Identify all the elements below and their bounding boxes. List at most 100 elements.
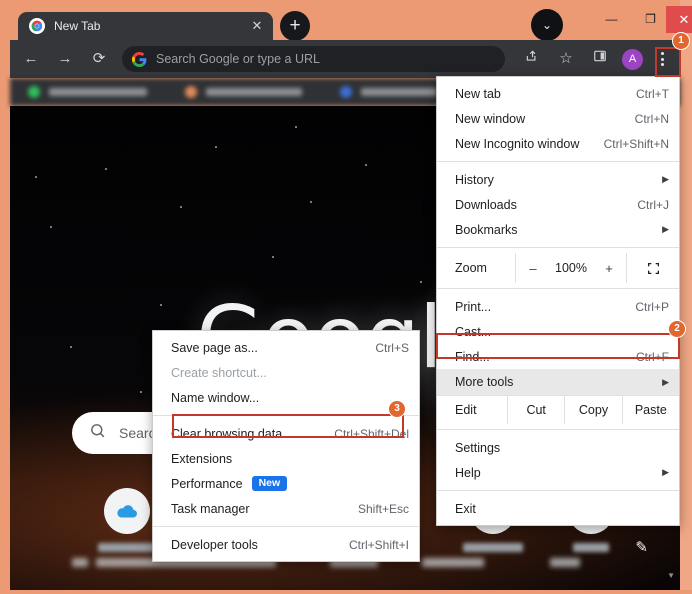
- menu-item-name-window[interactable]: Name window...: [153, 385, 419, 410]
- menu-item-shortcut: Ctrl+T: [636, 86, 669, 101]
- share-icon[interactable]: [519, 46, 545, 72]
- menu-item-label: Performance: [171, 477, 243, 491]
- bookmark-item[interactable]: [28, 86, 147, 98]
- chevron-right-icon: ▶: [662, 376, 669, 387]
- menu-item-new-window[interactable]: New window Ctrl+N: [437, 106, 679, 131]
- menu-item-find[interactable]: Find... Ctrl+F: [437, 344, 679, 369]
- footer-text: [550, 558, 580, 567]
- bookmark-item[interactable]: [185, 86, 302, 98]
- bookmark-label: [361, 88, 437, 96]
- customize-pencil-icon[interactable]: ✎: [635, 538, 648, 556]
- window-close-button[interactable]: ✕: [666, 6, 692, 33]
- step-badge-2: 2: [668, 320, 686, 338]
- menu-item-clear-browsing-data[interactable]: Clear browsing data... Ctrl+Shift+Del: [153, 421, 419, 446]
- menu-item-new-incognito-window[interactable]: New Incognito window Ctrl+Shift+N: [437, 131, 679, 156]
- bookmark-star-icon[interactable]: ☆: [553, 46, 579, 72]
- tab-close-icon[interactable]: ✕: [247, 16, 267, 36]
- menu-item-save-page-as[interactable]: Save page as... Ctrl+S: [153, 335, 419, 360]
- menu-item-bookmarks[interactable]: Bookmarks ▶: [437, 217, 679, 242]
- shortcut-label: [463, 543, 523, 552]
- zoom-out-button[interactable]: –: [516, 261, 550, 276]
- shortcut-tile: [104, 488, 150, 534]
- reload-icon[interactable]: ⟳: [86, 46, 112, 72]
- menu-item-shortcut: Ctrl+S: [375, 340, 409, 355]
- menu-separator: [437, 429, 679, 430]
- side-panel-icon[interactable]: [587, 46, 613, 72]
- menu-item-cut[interactable]: Cut: [507, 396, 564, 424]
- menu-item-label: Name window...: [171, 390, 260, 405]
- step-badge-1: 1: [672, 32, 690, 50]
- address-bar-placeholder: Search Google or type a URL: [156, 52, 320, 66]
- menu-item-performance[interactable]: Performance New: [153, 471, 419, 496]
- menu-item-cast[interactable]: Cast...: [437, 319, 679, 344]
- tab-strip: New Tab ✕ + ⌄ — ❐ ✕: [10, 6, 692, 41]
- menu-item-developer-tools[interactable]: Developer tools Ctrl+Shift+I: [153, 532, 419, 557]
- footer-text: [72, 558, 88, 567]
- bookmark-favicon-icon: [185, 86, 197, 98]
- bookmark-item[interactable]: [340, 86, 437, 98]
- browser-toolbar: ← → ⟳ Search Google or type a URL ☆ A: [10, 40, 680, 78]
- shortcut-label: [573, 543, 609, 552]
- fullscreen-icon[interactable]: [627, 262, 679, 275]
- menu-item-shortcut: Ctrl+Shift+Del: [334, 426, 409, 441]
- menu-item-settings[interactable]: Settings: [437, 435, 679, 460]
- new-badge: New: [251, 475, 288, 492]
- menu-item-task-manager[interactable]: Task manager Shift+Esc: [153, 496, 419, 521]
- toolbar-right-group: ☆ A: [511, 46, 676, 72]
- tab-search-caret-icon[interactable]: ⌄: [531, 9, 563, 41]
- browser-window: New Tab ✕ + ⌄ — ❐ ✕ ← → ⟳ Search Google …: [0, 0, 692, 594]
- menu-item-label: Task manager: [171, 501, 250, 516]
- menu-item-label: Exit: [455, 501, 476, 516]
- search-icon: [89, 422, 106, 444]
- address-bar[interactable]: Search Google or type a URL: [122, 46, 505, 72]
- tab-new-tab[interactable]: New Tab ✕: [18, 12, 273, 40]
- menu-item-label: New window: [455, 111, 526, 126]
- zoom-label: Zoom: [455, 261, 487, 275]
- bookmark-label: [206, 88, 302, 96]
- forward-icon[interactable]: →: [52, 46, 78, 72]
- bookmark-label: [49, 88, 147, 96]
- chevron-right-icon: ▶: [662, 224, 669, 234]
- menu-item-label: New tab: [455, 86, 501, 101]
- menu-zoom-row: Zoom – 100% +: [437, 253, 679, 283]
- menu-item-label: New Incognito window: [455, 136, 580, 151]
- zoom-controls: – 100% +: [515, 253, 627, 283]
- menu-separator: [437, 161, 679, 162]
- menu-item-label: Settings: [455, 440, 501, 455]
- menu-item-print[interactable]: Print... Ctrl+P: [437, 294, 679, 319]
- menu-item-extensions[interactable]: Extensions: [153, 446, 419, 471]
- scroll-down-arrow-icon[interactable]: ▼: [667, 571, 675, 580]
- menu-item-label: Extensions: [171, 451, 233, 466]
- menu-item-downloads[interactable]: Downloads Ctrl+J: [437, 192, 679, 217]
- window-minimize-button[interactable]: —: [590, 6, 633, 33]
- menu-item-paste[interactable]: Paste: [621, 396, 679, 424]
- chevron-right-icon: ▶: [662, 467, 669, 477]
- menu-item-label: Clear browsing data...: [171, 426, 293, 441]
- menu-item-label: Create shortcut...: [171, 365, 267, 380]
- step-badge-3: 3: [388, 400, 406, 418]
- menu-item-label: More tools: [455, 375, 514, 389]
- menu-separator: [437, 490, 679, 491]
- avatar[interactable]: A: [622, 48, 643, 70]
- menu-item-label: Help: [455, 465, 481, 480]
- chrome-main-menu: New tab Ctrl+T New window Ctrl+N New Inc…: [436, 76, 680, 526]
- chrome-menu-button[interactable]: [651, 46, 673, 72]
- menu-item-more-tools[interactable]: More tools ▶: [437, 369, 679, 395]
- menu-separator: [153, 415, 419, 416]
- shortcut-label: [98, 543, 156, 552]
- menu-item-history[interactable]: History ▶: [437, 167, 679, 192]
- menu-item-new-tab[interactable]: New tab Ctrl+T: [437, 81, 679, 106]
- back-icon[interactable]: ←: [18, 46, 44, 72]
- menu-item-label: Find...: [455, 349, 490, 364]
- menu-item-label: Downloads: [455, 197, 517, 212]
- window-frame-bottom: [0, 590, 692, 594]
- menu-item-copy[interactable]: Copy: [564, 396, 621, 424]
- menu-item-shortcut: Ctrl+N: [634, 111, 669, 126]
- menu-item-exit[interactable]: Exit: [437, 496, 679, 521]
- new-tab-button[interactable]: +: [280, 11, 310, 41]
- chevron-right-icon: ▶: [662, 174, 669, 184]
- menu-item-help[interactable]: Help ▶: [437, 460, 679, 485]
- menu-item-label: Save page as...: [171, 340, 258, 355]
- zoom-in-button[interactable]: +: [592, 261, 626, 276]
- menu-item-label: Cast...: [455, 324, 492, 339]
